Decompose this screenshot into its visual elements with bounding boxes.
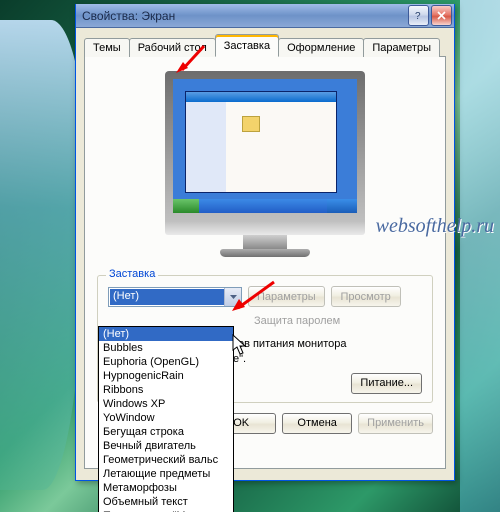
list-item[interactable]: Bubbles xyxy=(99,341,233,355)
svg-text:?: ? xyxy=(415,11,421,21)
tab-appearance[interactable]: Оформление xyxy=(278,38,364,57)
list-item[interactable]: Геометрический вальс xyxy=(99,453,233,467)
list-item[interactable]: Метаморфозы xyxy=(99,481,233,495)
chevron-down-icon[interactable] xyxy=(224,288,241,306)
screensaver-settings-button[interactable]: Параметры xyxy=(248,286,325,307)
group-legend: Заставка xyxy=(106,268,158,280)
close-button[interactable] xyxy=(431,5,452,26)
list-item[interactable]: Euphoria (OpenGL) xyxy=(99,355,233,369)
cancel-button[interactable]: Отмена xyxy=(282,413,352,434)
list-item[interactable]: Ribbons xyxy=(99,383,233,397)
window-title: Свойства: Экран xyxy=(82,9,406,23)
tab-settings[interactable]: Параметры xyxy=(363,38,440,57)
list-item[interactable]: (Нет) xyxy=(99,327,233,341)
monitor-preview xyxy=(165,71,365,257)
list-item[interactable]: Летающие предметы xyxy=(99,467,233,481)
titlebar[interactable]: Свойства: Экран ? xyxy=(76,4,454,28)
list-item[interactable]: YoWindow xyxy=(99,411,233,425)
help-button[interactable]: ? xyxy=(408,5,429,26)
tab-desktop[interactable]: Рабочий стол xyxy=(129,38,216,57)
power-button[interactable]: Питание... xyxy=(351,373,422,394)
tab-themes[interactable]: Темы xyxy=(84,38,130,57)
password-checkbox-label: Защита паролем xyxy=(254,315,340,327)
tab-strip: Темы Рабочий стол Заставка Оформление Па… xyxy=(84,34,446,57)
wallpaper-waterfall-left xyxy=(0,20,85,490)
wallpaper-waterfall-right xyxy=(460,0,500,512)
list-item[interactable]: HypnogenicRain xyxy=(99,369,233,383)
list-item[interactable]: Объемный текст xyxy=(99,495,233,509)
list-item[interactable]: Бегущая строка xyxy=(99,425,233,439)
combo-selected-value: (Нет) xyxy=(113,290,139,302)
screensaver-combo[interactable]: (Нет) xyxy=(108,287,242,307)
list-item[interactable]: Вечный двигатель xyxy=(99,439,233,453)
screensaver-dropdown-list[interactable]: (Нет) Bubbles Euphoria (OpenGL) Hypnogen… xyxy=(98,326,234,512)
screensaver-preview-button[interactable]: Просмотр xyxy=(331,286,401,307)
tab-screensaver[interactable]: Заставка xyxy=(215,34,279,57)
apply-button[interactable]: Применить xyxy=(358,413,433,434)
list-item[interactable]: Windows XP xyxy=(99,397,233,411)
